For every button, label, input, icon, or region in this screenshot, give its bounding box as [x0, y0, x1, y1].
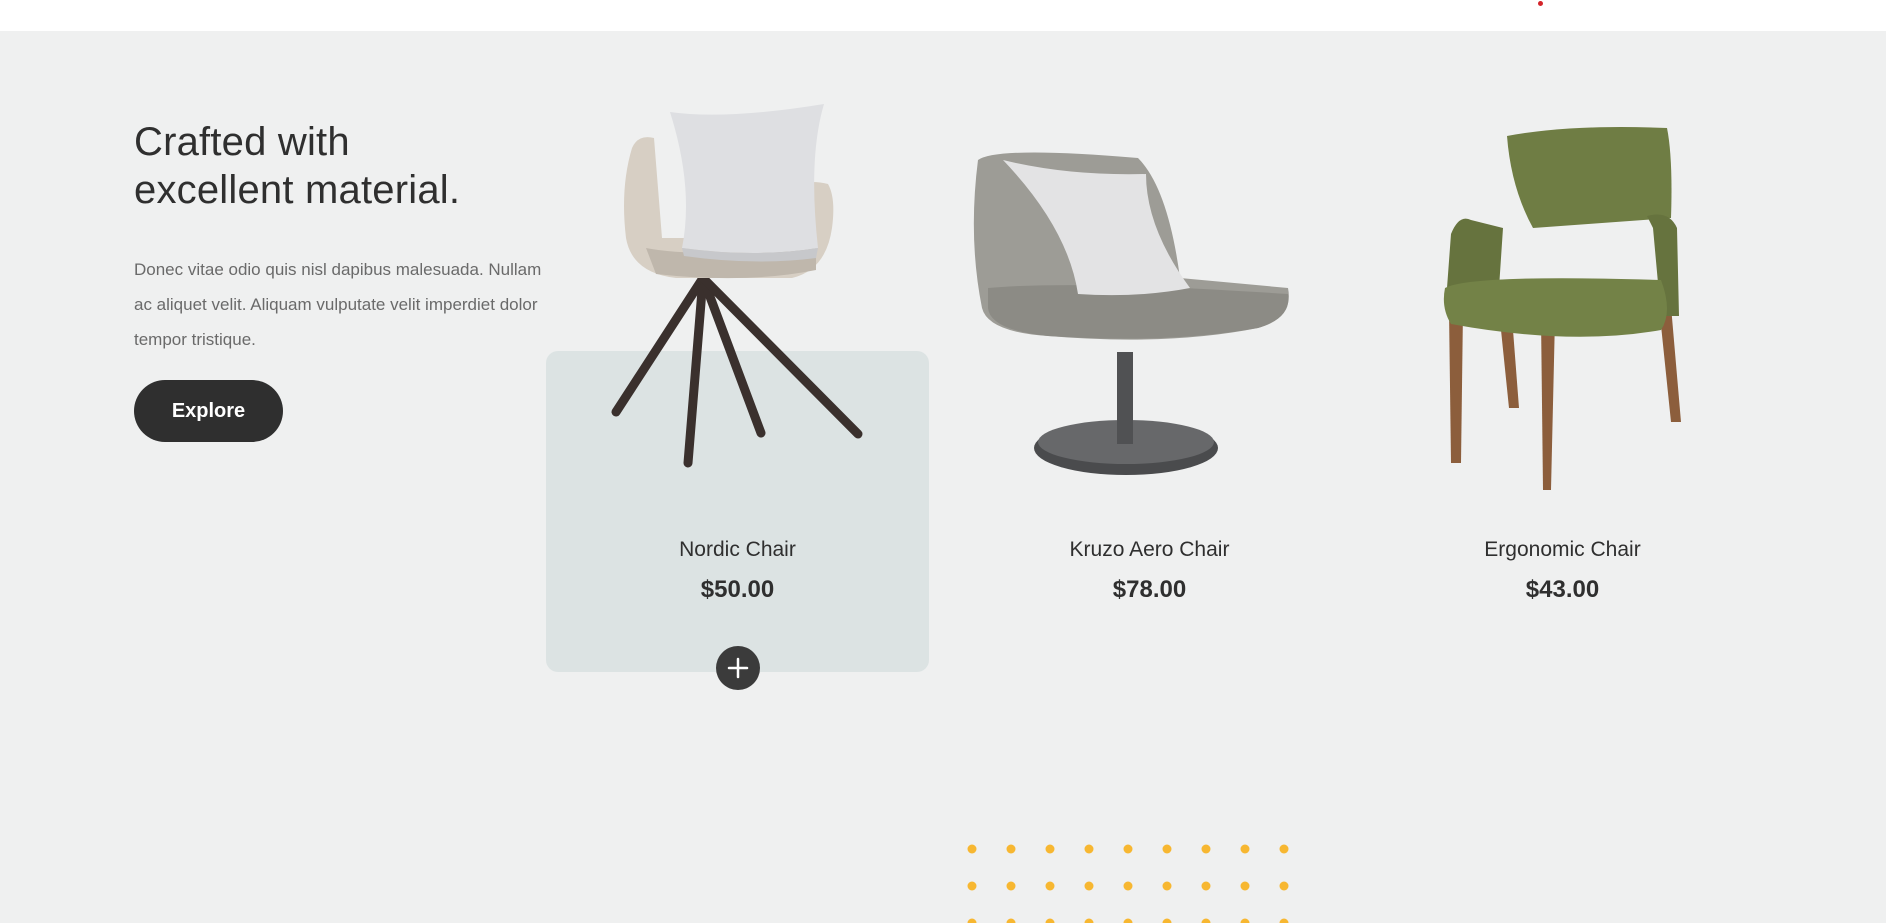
product-card-kruzo-aero-chair[interactable]: Kruzo Aero Chair $78.00: [958, 98, 1341, 673]
decorative-dot: [1045, 881, 1055, 891]
decorative-dots-pattern: [967, 844, 1289, 923]
explore-button[interactable]: Explore: [134, 380, 283, 442]
decorative-dot: [1006, 881, 1016, 891]
product-card-ergonomic-chair[interactable]: Ergonomic Chair $43.00: [1371, 98, 1754, 673]
decorative-dot: [1240, 881, 1250, 891]
decorative-dot: [967, 881, 977, 891]
decorative-dot: [1279, 844, 1289, 854]
decorative-dot: [1084, 918, 1094, 923]
decorative-dot: [1201, 881, 1211, 891]
decorative-dot: [1084, 881, 1094, 891]
decorative-dot: [1201, 918, 1211, 923]
decorative-dot: [1240, 844, 1250, 854]
heading-line-2: excellent material.: [134, 168, 461, 212]
cart-indicator-dot: [1538, 1, 1543, 6]
decorative-dot: [1123, 918, 1133, 923]
product-price: $50.00: [700, 576, 775, 603]
decorative-dot: [1045, 918, 1055, 923]
nordic-chair-image: [611, 104, 863, 468]
decorative-dot: [1123, 844, 1133, 854]
decorative-dot: [1006, 918, 1016, 923]
decorative-dot: [967, 844, 977, 854]
intro-section: Crafted with excellent material. Donec v…: [134, 118, 554, 357]
product-name: Nordic Chair: [679, 538, 796, 561]
decorative-dot: [967, 918, 977, 923]
decorative-dot: [1006, 844, 1016, 854]
kruzo-aero-chair-image: [973, 152, 1289, 475]
top-navbar-edge: [0, 0, 1886, 31]
section-description: Donec vitae odio quis nisl dapibus males…: [134, 260, 542, 349]
decorative-dot: [1279, 881, 1289, 891]
ergonomic-chair-image: [1443, 127, 1681, 490]
plus-icon: [727, 657, 749, 679]
decorative-dot: [1279, 918, 1289, 923]
section-heading: Crafted with excellent material.: [134, 118, 554, 214]
decorative-dot: [1162, 844, 1172, 854]
decorative-dot: [1045, 844, 1055, 854]
product-price: $78.00: [1112, 576, 1187, 603]
decorative-dot: [1084, 844, 1094, 854]
heading-line-1: Crafted with: [134, 120, 350, 164]
product-name: Ergonomic Chair: [1484, 538, 1641, 561]
product-card-nordic-chair[interactable]: Nordic Chair $50.00: [546, 98, 929, 690]
product-name: Kruzo Aero Chair: [1069, 538, 1230, 561]
decorative-dot: [1201, 844, 1211, 854]
decorative-dot: [1162, 881, 1172, 891]
product-price: $43.00: [1525, 576, 1600, 603]
decorative-dot: [1240, 918, 1250, 923]
decorative-dot: [1123, 881, 1133, 891]
add-to-cart-button[interactable]: [716, 646, 760, 690]
decorative-dot: [1162, 918, 1172, 923]
